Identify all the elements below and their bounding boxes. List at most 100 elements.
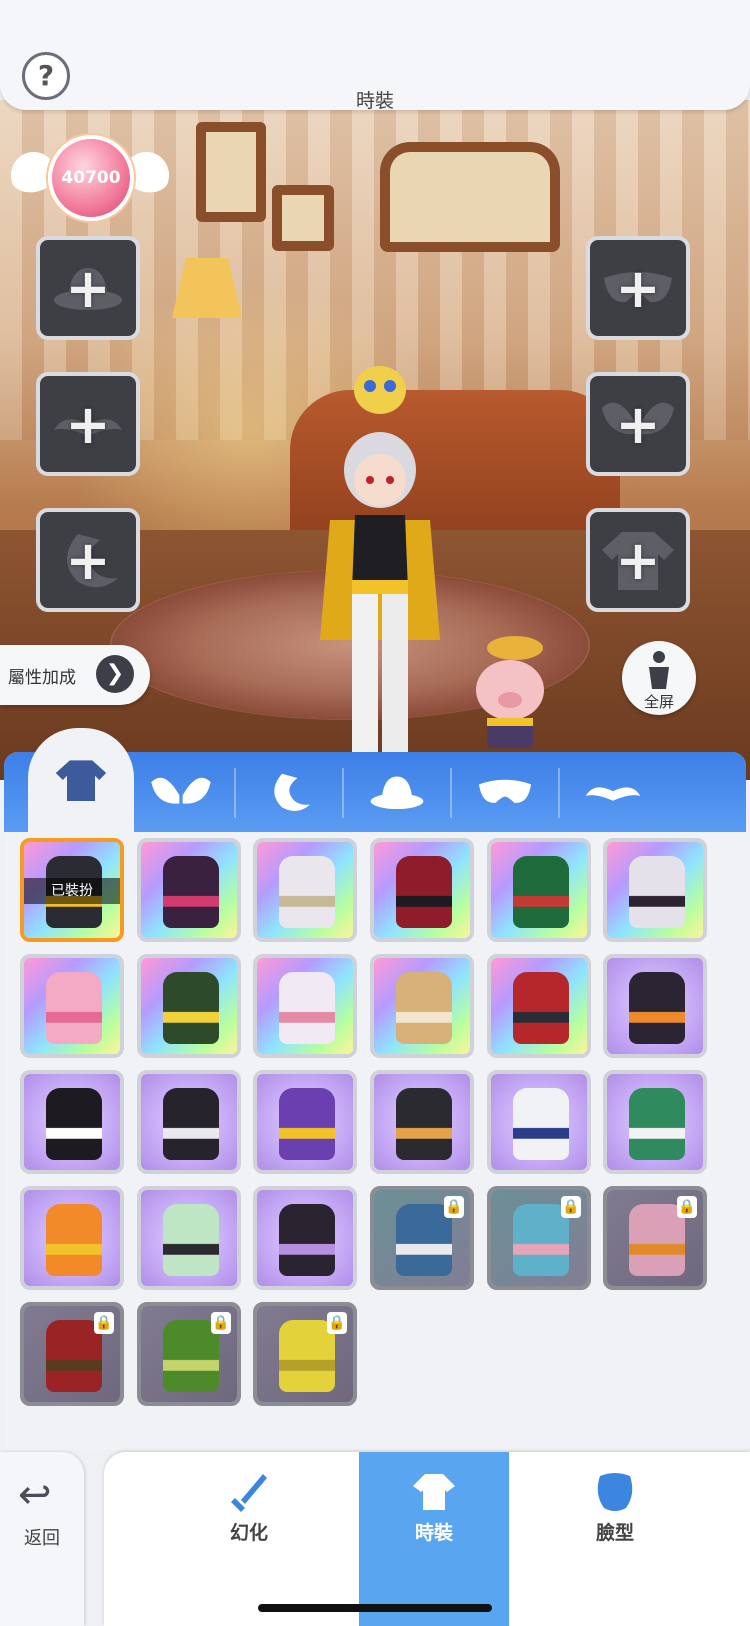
wall-picture bbox=[196, 122, 266, 222]
fullscreen-button[interactable]: 全屏 bbox=[622, 641, 696, 715]
outfit-slot[interactable]: + bbox=[586, 508, 690, 612]
nav-transform[interactable]: 幻化 bbox=[174, 1452, 324, 1626]
outfit-item[interactable] bbox=[370, 838, 474, 942]
top-bar: ? 時裝 bbox=[0, 0, 750, 112]
outfit-preview bbox=[163, 1204, 219, 1276]
tail-icon bbox=[274, 773, 310, 811]
lock-icon: 🔒 bbox=[677, 1196, 697, 1218]
outfit-item[interactable] bbox=[20, 954, 124, 1058]
outfit-icon bbox=[413, 1474, 455, 1510]
person-icon bbox=[649, 651, 669, 689]
outfit-item[interactable]: 🔒 bbox=[487, 1186, 591, 1290]
outfit-preview bbox=[279, 972, 335, 1044]
outfit-preview bbox=[163, 856, 219, 928]
outfit-preview bbox=[396, 972, 452, 1044]
outfit-preview bbox=[513, 856, 569, 928]
pet-pig[interactable] bbox=[455, 630, 565, 760]
mustache-slot[interactable]: + bbox=[36, 372, 140, 476]
home-indicator bbox=[258, 1604, 492, 1612]
outfit-preview bbox=[46, 972, 102, 1044]
equipped-badge: 已裝扮 bbox=[24, 878, 120, 904]
chevron-right-icon: ❯ bbox=[96, 655, 134, 693]
outfit-item[interactable]: 已裝扮 bbox=[20, 838, 124, 942]
tail-slot[interactable]: + bbox=[36, 508, 140, 612]
hat-icon bbox=[370, 776, 424, 810]
outfit-item[interactable] bbox=[487, 838, 591, 942]
outfit-preview bbox=[279, 1204, 335, 1276]
outfit-item[interactable]: 🔒 bbox=[370, 1186, 474, 1290]
lock-icon: 🔒 bbox=[94, 1312, 114, 1334]
mask-slot[interactable]: + bbox=[586, 236, 690, 340]
jacket-icon bbox=[55, 760, 107, 801]
nav-transform-label: 幻化 bbox=[229, 1522, 268, 1544]
tab-hat[interactable] bbox=[344, 752, 450, 832]
nav-fashion[interactable]: 時裝 bbox=[359, 1452, 509, 1626]
outfit-item[interactable] bbox=[603, 838, 707, 942]
outfit-preview bbox=[629, 972, 685, 1044]
add-icon: + bbox=[615, 256, 661, 320]
outfit-preview bbox=[46, 1088, 102, 1160]
add-icon: + bbox=[65, 256, 111, 320]
player-character[interactable] bbox=[300, 340, 460, 780]
outfit-item[interactable]: 🔒 bbox=[20, 1302, 124, 1406]
wall-picture bbox=[272, 185, 334, 251]
add-icon: + bbox=[615, 528, 661, 592]
mask-icon bbox=[478, 779, 532, 803]
lock-icon: 🔒 bbox=[561, 1196, 581, 1218]
outfit-item[interactable]: 🔒 bbox=[603, 1186, 707, 1290]
outfit-item[interactable] bbox=[487, 954, 591, 1058]
face-icon bbox=[597, 1473, 633, 1511]
outfit-item[interactable] bbox=[137, 1186, 241, 1290]
nav-face-label: 臉型 bbox=[595, 1522, 634, 1544]
tab-wings[interactable] bbox=[128, 752, 234, 832]
fashion-points-badge: 40700 bbox=[48, 135, 134, 221]
fullscreen-label: 全屏 bbox=[643, 693, 674, 711]
outfit-item[interactable]: 🔒 bbox=[253, 1302, 357, 1406]
wings-slot[interactable]: + bbox=[586, 372, 690, 476]
outfit-item[interactable]: 🔒 bbox=[137, 1302, 241, 1406]
outfit-item[interactable] bbox=[253, 954, 357, 1058]
mustache-icon bbox=[585, 787, 641, 801]
wings-icon bbox=[151, 777, 211, 804]
outfit-item[interactable] bbox=[487, 1070, 591, 1174]
outfit-preview bbox=[46, 1204, 102, 1276]
outfit-item[interactable] bbox=[137, 838, 241, 942]
category-tab-bar bbox=[4, 728, 746, 832]
tab-mustache[interactable] bbox=[560, 752, 666, 832]
add-icon: + bbox=[615, 392, 661, 456]
outfit-item[interactable] bbox=[137, 954, 241, 1058]
hat-slot[interactable]: + bbox=[36, 236, 140, 340]
outfit-preview bbox=[279, 856, 335, 928]
sword-icon bbox=[231, 1474, 267, 1512]
outfit-preview bbox=[279, 1088, 335, 1160]
wall-mirror bbox=[380, 142, 560, 252]
outfit-item[interactable] bbox=[253, 838, 357, 942]
nav-face[interactable]: 臉型 bbox=[540, 1452, 690, 1626]
back-arrow-icon: ↩ bbox=[18, 1472, 52, 1518]
outfit-item[interactable] bbox=[603, 1070, 707, 1174]
outfit-item[interactable] bbox=[370, 1070, 474, 1174]
outfit-item[interactable] bbox=[603, 954, 707, 1058]
attribute-bonus-button[interactable]: 屬性加成 ❯ bbox=[0, 645, 150, 705]
tab-tail[interactable] bbox=[236, 752, 342, 832]
outfit-preview bbox=[163, 1088, 219, 1160]
tab-mask[interactable] bbox=[452, 752, 558, 832]
outfit-item[interactable] bbox=[20, 1070, 124, 1174]
outfit-item[interactable] bbox=[137, 1070, 241, 1174]
back-button[interactable]: ↩ 返回 bbox=[0, 1452, 84, 1626]
lock-icon: 🔒 bbox=[444, 1196, 464, 1218]
add-icon: + bbox=[65, 392, 111, 456]
nav-fashion-label: 時裝 bbox=[414, 1522, 453, 1544]
outfit-preview bbox=[396, 1088, 452, 1160]
outfit-preview bbox=[513, 972, 569, 1044]
outfit-item[interactable] bbox=[370, 954, 474, 1058]
back-label: 返回 bbox=[24, 1528, 60, 1549]
outfit-item[interactable] bbox=[253, 1070, 357, 1174]
outfit-preview bbox=[513, 1088, 569, 1160]
outfit-item[interactable] bbox=[253, 1186, 357, 1290]
outfit-item[interactable] bbox=[20, 1186, 124, 1290]
lock-icon: 🔒 bbox=[211, 1312, 231, 1334]
tab-outfit[interactable] bbox=[28, 728, 134, 832]
lock-icon: 🔒 bbox=[327, 1312, 347, 1334]
add-icon: + bbox=[65, 528, 111, 592]
